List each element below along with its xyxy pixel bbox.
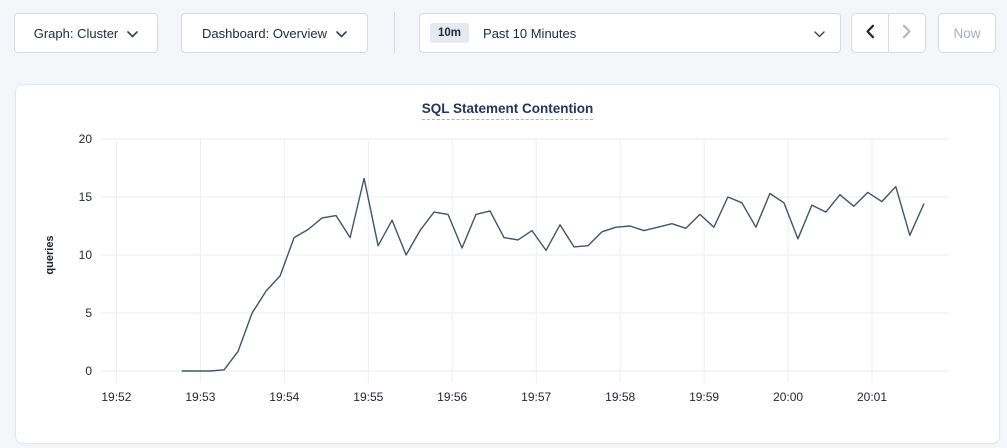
line-chart[interactable]: 0 5 10 15 20 19:52 19:53 19:54 19:55 19:56 19:57 19… (16, 85, 999, 443)
toolbar-divider (394, 12, 395, 53)
time-forward-button[interactable] (889, 14, 926, 52)
svg-text:0: 0 (85, 364, 92, 378)
time-range-dropdown[interactable]: 10m Past 10 Minutes (419, 13, 841, 53)
dashboard-dropdown[interactable]: Dashboard: Overview (181, 13, 368, 53)
chevron-right-icon (902, 24, 912, 42)
chevron-down-icon (127, 26, 138, 41)
time-range-badge: 10m (430, 23, 469, 43)
graph-dropdown[interactable]: Graph: Cluster (14, 13, 158, 53)
svg-text:5: 5 (85, 306, 92, 320)
time-range-label: Past 10 Minutes (483, 26, 576, 41)
svg-text:19:55: 19:55 (353, 390, 383, 404)
svg-text:20: 20 (79, 132, 93, 146)
sql-contention-chart-svg: 0 5 10 15 20 19:52 19:53 19:54 19:55 19:56 19:57 19… (16, 85, 999, 443)
svg-text:10: 10 (79, 248, 93, 262)
svg-text:19:57: 19:57 (521, 390, 551, 404)
svg-text:20:00: 20:00 (773, 390, 803, 404)
chevron-down-icon (814, 26, 825, 41)
svg-text:19:53: 19:53 (185, 390, 215, 404)
metrics-toolbar: Graph: Cluster Dashboard: Overview 10m P… (0, 0, 1007, 70)
chart-panel: 0 5 10 15 20 19:52 19:53 19:54 19:55 19:56 19:57 19… (15, 84, 1000, 444)
now-button[interactable]: Now (938, 13, 996, 53)
svg-text:19:59: 19:59 (689, 390, 719, 404)
svg-text:15: 15 (79, 190, 93, 204)
dashboard-dropdown-label: Dashboard: Overview (202, 26, 327, 41)
chart-title[interactable]: SQL Statement Contention (422, 101, 594, 120)
chevron-left-icon (865, 24, 875, 42)
svg-text:19:56: 19:56 (437, 390, 467, 404)
svg-text:20:01: 20:01 (857, 390, 887, 404)
time-back-button[interactable] (852, 14, 889, 52)
time-window-pager (851, 13, 926, 53)
chart-title-row: SQL Statement Contention (16, 100, 999, 120)
svg-text:19:52: 19:52 (101, 390, 131, 404)
chevron-down-icon (336, 26, 347, 41)
svg-text:19:54: 19:54 (269, 390, 299, 404)
svg-text:queries: queries (44, 235, 56, 274)
svg-text:19:58: 19:58 (605, 390, 635, 404)
graph-dropdown-label: Graph: Cluster (34, 26, 119, 41)
